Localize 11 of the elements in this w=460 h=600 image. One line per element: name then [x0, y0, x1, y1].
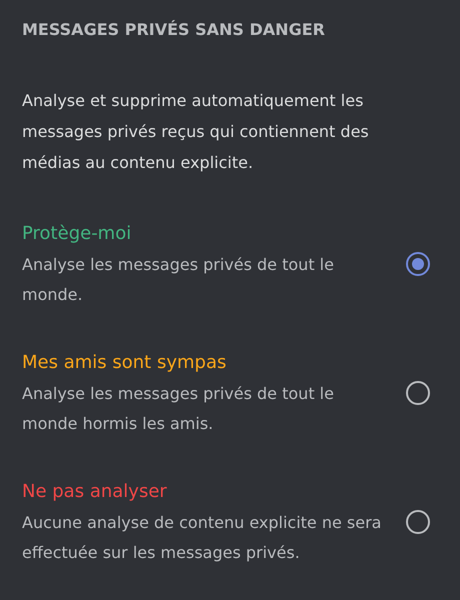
- option-description: Aucune analyse de contenu explicite ne sera effectuée sur les messages privés.: [22, 512, 382, 564]
- option-description: Analyse les messages privés de tout le monde.: [22, 254, 335, 306]
- option-label: Ne pas analyser: [22, 480, 168, 504]
- option-label: Protège-moi: [22, 222, 132, 246]
- section-title: MESSAGES PRIVÉS SANS DANGER: [22, 19, 326, 41]
- option-description: Analyse les messages privés de tout le monde hormis les amis.: [22, 383, 335, 435]
- radio-button[interactable]: [406, 510, 430, 534]
- radio-button[interactable]: [406, 252, 430, 276]
- option-label: Mes amis sont sympas: [22, 351, 228, 375]
- section-description: Analyse et supprime automatiquement les messages privés reçus qui contiennent des médias au contenu explicite.: [22, 90, 370, 174]
- radio-button[interactable]: [406, 381, 430, 405]
